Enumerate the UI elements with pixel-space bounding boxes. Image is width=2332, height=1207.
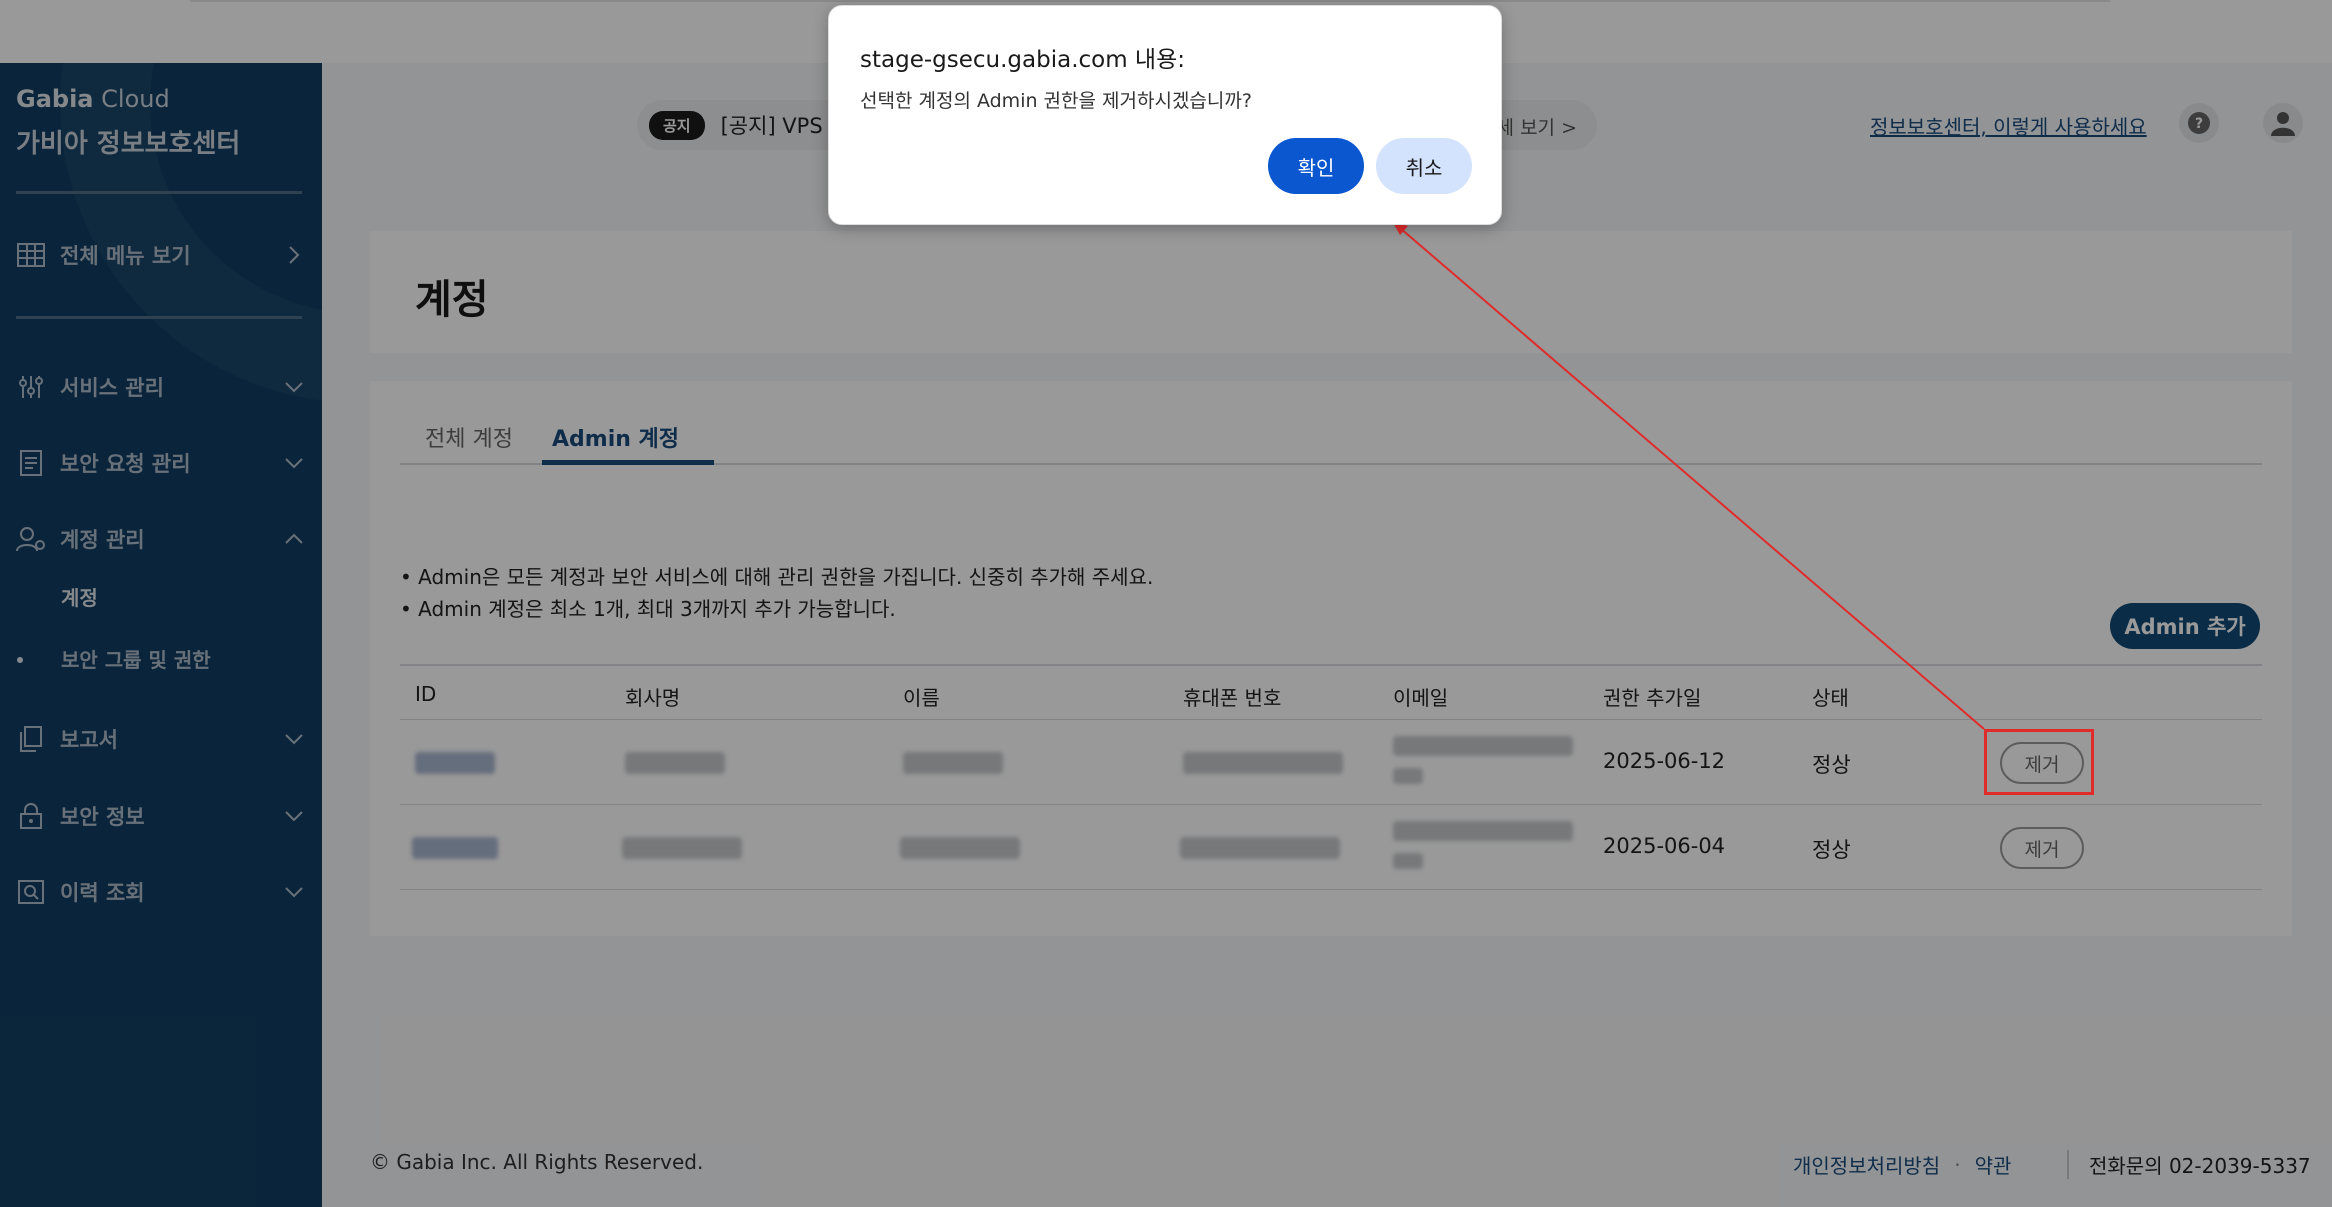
confirm-dialog: stage-gsecu.gabia.com 내용: 선택한 계정의 Admin …	[828, 5, 1502, 225]
dialog-ok-button[interactable]: 확인	[1268, 138, 1364, 194]
dialog-cancel-button[interactable]: 취소	[1376, 138, 1472, 194]
dialog-message: 선택한 계정의 Admin 권한을 제거하시겠습니까?	[860, 90, 1252, 112]
annotation-highlight-box	[1984, 729, 2094, 795]
dialog-title: stage-gsecu.gabia.com 내용:	[860, 47, 1186, 73]
